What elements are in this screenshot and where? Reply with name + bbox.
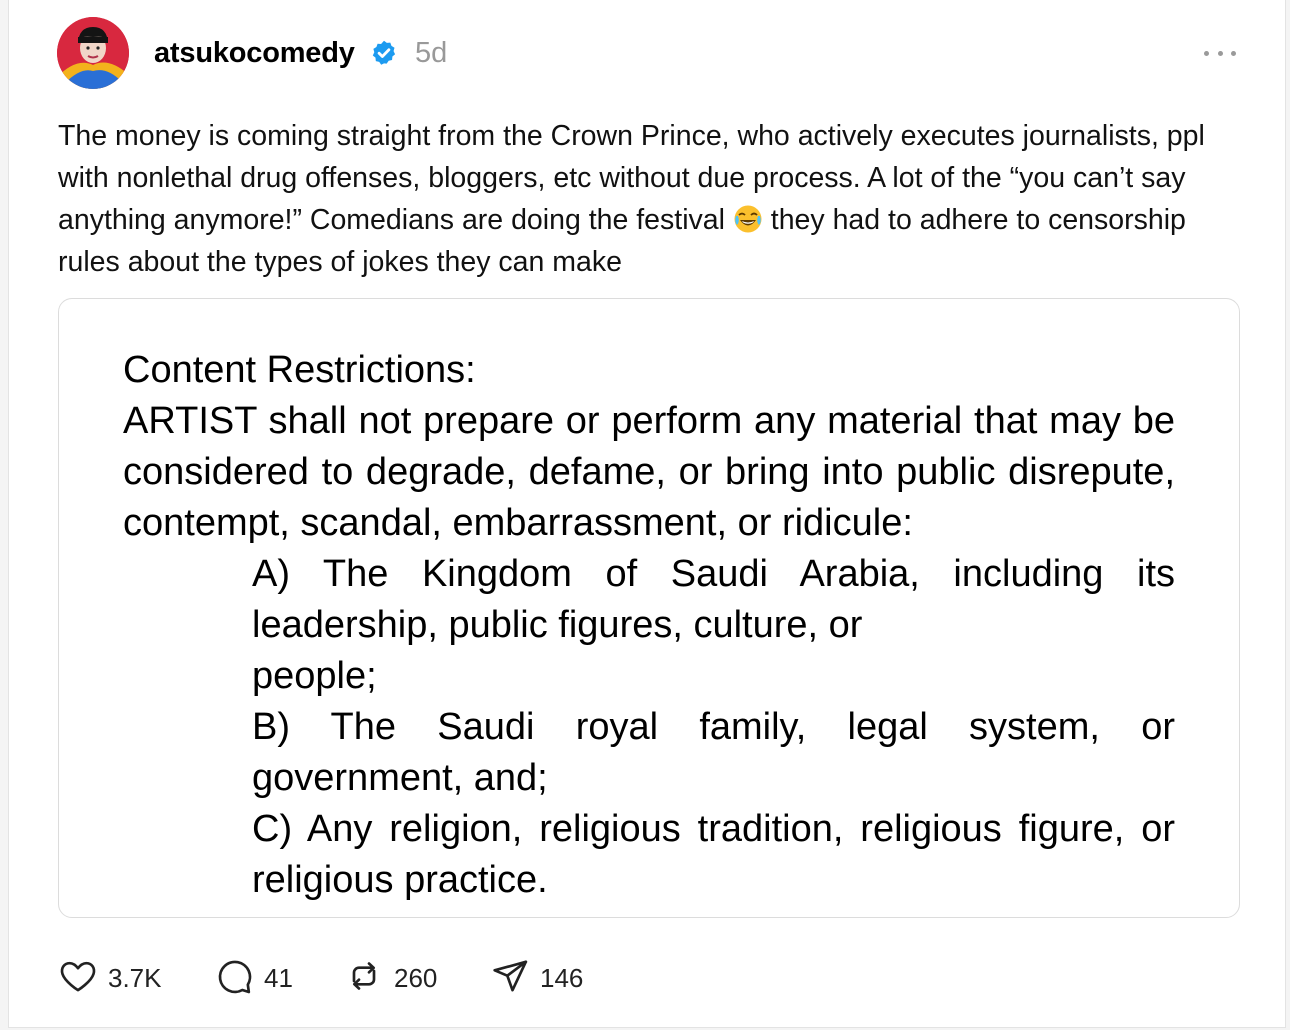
repost-count: 260 [394, 962, 438, 993]
reply-count: 41 [264, 962, 293, 993]
document-item-b: B) The Saudi royal family, legal system,… [252, 706, 1175, 799]
repost-button[interactable]: 260 [344, 956, 437, 1000]
laughing-tears-emoji-icon [733, 204, 763, 234]
verified-badge-icon [370, 39, 398, 72]
avatar[interactable] [57, 17, 129, 89]
post-text: The money is coming straight from the Cr… [58, 115, 1248, 283]
like-button[interactable]: 3.7K [58, 956, 162, 1000]
repost-icon [344, 956, 384, 1001]
document-item-a: A) The Kingdom of Saudi Arabia, includin… [252, 553, 1175, 646]
document-screenshot: Content Restrictions: ARTIST shall not p… [123, 345, 1175, 906]
post-timestamp[interactable]: 5d [415, 37, 447, 70]
document-intro: ARTIST shall not prepare or perform any … [123, 400, 1175, 544]
send-icon [490, 956, 530, 1001]
action-bar: 3.7K 41 260 146 [58, 956, 758, 1000]
share-count: 146 [540, 962, 584, 993]
comment-icon [214, 956, 254, 1001]
attached-image[interactable]: Content Restrictions: ARTIST shall not p… [58, 298, 1240, 918]
reply-button[interactable]: 41 [214, 956, 293, 1000]
heart-icon [58, 956, 98, 1001]
document-heading: Content Restrictions: [123, 349, 476, 391]
post-card: atsukocomedy 5d The money is coming stra… [8, 0, 1286, 1028]
username[interactable]: atsukocomedy [154, 37, 355, 70]
like-count: 3.7K [108, 962, 162, 993]
document-item-c: C) Any religion, religious tradition, re… [252, 808, 1175, 901]
more-options-icon[interactable] [1204, 42, 1236, 64]
share-button[interactable]: 146 [490, 956, 583, 1000]
document-item-a-cont: people; [252, 655, 377, 697]
